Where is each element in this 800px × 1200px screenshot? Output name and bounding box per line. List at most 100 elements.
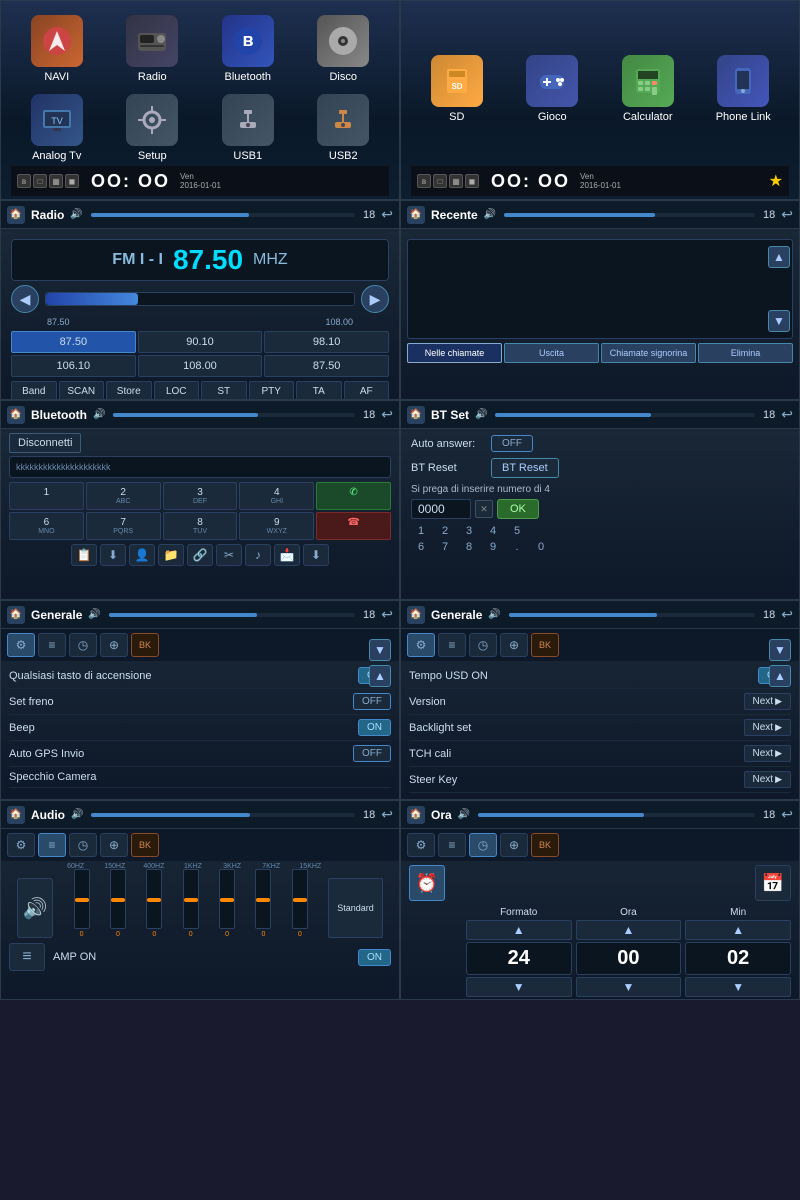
recente-tab-2[interactable]: Chiamate signorina: [601, 343, 696, 363]
recente-home-icon[interactable]: 🏠: [407, 206, 425, 224]
recente-scroll-down-btn[interactable]: ▼: [768, 310, 790, 332]
btset-pin-input[interactable]: 0000: [411, 499, 471, 519]
bt-key-6[interactable]: 6MNO: [9, 512, 84, 540]
recente-tab-0[interactable]: Nelle chiamate: [407, 343, 502, 363]
gen2-tab-globe[interactable]: ⊕: [500, 633, 528, 657]
radio-preset-4[interactable]: 106.10: [11, 355, 136, 377]
radio-next-btn[interactable]: ▶: [361, 285, 389, 313]
bt-action-2[interactable]: ⬇: [100, 544, 126, 566]
bt-key-1[interactable]: 1: [9, 482, 84, 510]
radio-btn-ta[interactable]: TA: [296, 381, 342, 400]
audio-mode-btn[interactable]: Standard: [328, 878, 383, 938]
gen2-tab-gear[interactable]: ⚙: [407, 633, 435, 657]
recente-back-btn[interactable]: ↩: [781, 206, 793, 223]
gen2-next-btn-4[interactable]: Next ▶: [744, 771, 791, 788]
home-icon-gioco[interactable]: Gioco: [507, 11, 599, 166]
bt-action-8[interactable]: 📩: [274, 544, 300, 566]
bt-action-7[interactable]: ♪: [245, 544, 271, 566]
home-icon-usb2[interactable]: USB2: [298, 91, 390, 167]
gen2-scroll-down[interactable]: ▼: [769, 639, 791, 661]
gen1-toggle-1[interactable]: OFF: [353, 693, 391, 710]
gen1-toggle-3[interactable]: OFF: [353, 745, 391, 762]
btset-home-icon[interactable]: 🏠: [407, 406, 425, 424]
radio-btn-af[interactable]: AF: [344, 381, 390, 400]
ora-tab-gear[interactable]: ⚙: [407, 833, 435, 857]
radio-prev-btn[interactable]: ◀: [11, 285, 39, 313]
gen1-tab-bk[interactable]: BK: [131, 633, 159, 657]
eq-slider-1[interactable]: [110, 869, 126, 929]
bt-key-7[interactable]: 7PQRS: [86, 512, 161, 540]
bt-disconnect-btn[interactable]: Disconnetti: [9, 433, 81, 453]
eq-slider-3[interactable]: [183, 869, 199, 929]
audio-back-btn[interactable]: ↩: [381, 806, 393, 823]
audio-home-icon[interactable]: 🏠: [7, 806, 25, 824]
home-icon-disco[interactable]: Disco: [298, 11, 390, 87]
gen2-scroll-up[interactable]: ▲: [769, 665, 791, 687]
eq-slider-2[interactable]: [146, 869, 162, 929]
ora-hour-down[interactable]: ▼: [576, 977, 682, 997]
bt-back-btn[interactable]: ↩: [381, 406, 393, 423]
bt-key-8[interactable]: 8TUV: [163, 512, 238, 540]
btset-auto-toggle[interactable]: OFF: [491, 435, 533, 452]
gen2-home-icon[interactable]: 🏠: [407, 606, 425, 624]
btset-reset-btn[interactable]: BT Reset: [491, 458, 559, 478]
ora-calendar-icon-btn[interactable]: 📅: [755, 865, 791, 901]
ora-hour-up[interactable]: ▲: [576, 920, 682, 940]
audio-tab-bk[interactable]: BK: [131, 833, 159, 857]
radio-back-btn[interactable]: ↩: [381, 206, 393, 223]
bt-key-endcall[interactable]: ☎: [316, 512, 391, 540]
ora-tab-clock[interactable]: ◷: [469, 833, 497, 857]
home-icon-radio[interactable]: Radio: [107, 11, 199, 87]
gen2-next-btn-1[interactable]: Next ▶: [744, 693, 791, 710]
radio-btn-st[interactable]: ST: [201, 381, 247, 400]
btset-clear-btn[interactable]: ✕: [475, 500, 493, 518]
ora-tab-eq[interactable]: ≡: [438, 833, 466, 857]
home-icon-setup[interactable]: Setup: [107, 91, 199, 167]
gen2-tab-eq[interactable]: ≡: [438, 633, 466, 657]
gen2-tab-bk[interactable]: BK: [531, 633, 559, 657]
gen2-tab-clock[interactable]: ◷: [469, 633, 497, 657]
bt-key-call[interactable]: ✆: [316, 482, 391, 510]
radio-preset-3[interactable]: 98.10: [264, 331, 389, 353]
recente-tab-1[interactable]: Uscita: [504, 343, 599, 363]
ora-back-btn[interactable]: ↩: [781, 806, 793, 823]
home-icon-phonelink[interactable]: Phone Link: [698, 11, 790, 166]
audio-tab-eq[interactable]: ≡: [38, 833, 66, 857]
ora-min-down[interactable]: ▼: [685, 977, 791, 997]
gen1-tab-eq[interactable]: ≡: [38, 633, 66, 657]
ora-min-up[interactable]: ▲: [685, 920, 791, 940]
ora-format-up[interactable]: ▲: [466, 920, 572, 940]
gen2-back-btn[interactable]: ↩: [781, 606, 793, 623]
ora-tab-bk[interactable]: BK: [531, 833, 559, 857]
btset-back-btn[interactable]: ↩: [781, 406, 793, 423]
radio-preset-5[interactable]: 108.00: [138, 355, 263, 377]
btset-ok-btn[interactable]: OK: [497, 499, 539, 519]
recente-tab-3[interactable]: Elimina: [698, 343, 793, 363]
recente-scroll-up-btn[interactable]: ▲: [768, 246, 790, 268]
radio-btn-scan[interactable]: SCAN: [59, 381, 105, 400]
bt-action-5[interactable]: 🔗: [187, 544, 213, 566]
radio-preset-2[interactable]: 90.10: [138, 331, 263, 353]
radio-preset-1[interactable]: 87.50: [11, 331, 136, 353]
audio-tab-globe[interactable]: ⊕: [100, 833, 128, 857]
eq-slider-4[interactable]: [219, 869, 235, 929]
gen1-tab-gear[interactable]: ⚙: [7, 633, 35, 657]
home-icon-bluetooth[interactable]: ʙ Bluetooth: [202, 11, 294, 87]
home-icon-usb1[interactable]: USB1: [202, 91, 294, 167]
ora-clock-icon-btn[interactable]: ⏰: [409, 865, 445, 901]
eq-slider-5[interactable]: [255, 869, 271, 929]
bt-action-4[interactable]: 📁: [158, 544, 184, 566]
home-icon-sd[interactable]: SD SD: [411, 11, 503, 166]
radio-btn-pty[interactable]: PTY: [249, 381, 295, 400]
gen1-scroll-down[interactable]: ▼: [369, 639, 391, 661]
bt-home-icon[interactable]: 🏠: [7, 406, 25, 424]
gen1-toggle-2[interactable]: ON: [358, 719, 391, 736]
home-icon-analogtv[interactable]: TV Analog Tv: [11, 91, 103, 167]
gen1-home-icon[interactable]: 🏠: [7, 606, 25, 624]
ora-tab-globe[interactable]: ⊕: [500, 833, 528, 857]
audio-tab-clock[interactable]: ◷: [69, 833, 97, 857]
gen1-back-btn[interactable]: ↩: [381, 606, 393, 623]
gen1-tab-clock[interactable]: ◷: [69, 633, 97, 657]
gen1-tab-globe[interactable]: ⊕: [100, 633, 128, 657]
bt-action-9[interactable]: ⬇: [303, 544, 329, 566]
